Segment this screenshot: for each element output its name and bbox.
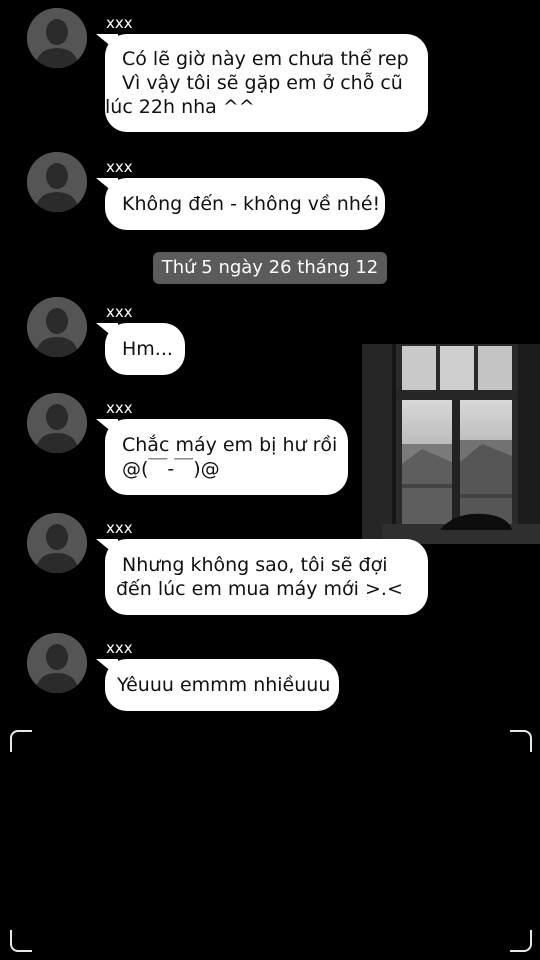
date-separator: Thứ 5 ngày 26 tháng 12 — [153, 252, 387, 284]
message-text: Vì vậy tôi sẽ gặp em ở chỗ cũ — [122, 72, 403, 94]
message-text: Chắc máy em bị hư rồi — [122, 434, 338, 456]
frame-corner-top-left — [10, 730, 32, 752]
sender-name: xxx — [106, 639, 133, 657]
bubble-tail — [96, 34, 118, 52]
message-text: Hm... — [122, 338, 173, 360]
window-photo-icon — [362, 344, 540, 544]
avatar[interactable] — [27, 513, 87, 573]
message-text: đến lúc em mua máy mới >.< — [116, 578, 403, 600]
message-text: lúc 22h nha ^^ — [105, 96, 255, 118]
sender-name: xxx — [106, 14, 133, 32]
message-bubble[interactable]: Chắc máy em bị hư rồi @(￣-￣)@ — [96, 419, 348, 495]
person-silhouette-icon — [27, 393, 87, 453]
message-bubble[interactable]: Yêuuu emmm nhiềuuu — [96, 659, 339, 711]
avatar[interactable] — [27, 297, 87, 357]
sender-name: xxx — [106, 303, 133, 321]
bubble-tail — [96, 178, 118, 196]
bubble-tail — [96, 659, 118, 677]
frame-corner-top-right — [510, 730, 532, 752]
sender-name: xxx — [106, 519, 133, 537]
person-silhouette-icon — [27, 633, 87, 693]
person-silhouette-icon — [27, 513, 87, 573]
bubble-tail — [96, 539, 118, 557]
sender-name: xxx — [106, 158, 133, 176]
message-text: Nhưng không sao, tôi sẽ đợi — [122, 554, 388, 576]
message-text: @(￣-￣)@ — [122, 458, 220, 480]
person-silhouette-icon — [27, 8, 87, 68]
person-silhouette-icon — [27, 152, 87, 212]
message-bubble[interactable]: Không đến - không về nhé! — [96, 178, 385, 230]
message-text: Không đến - không về nhé! — [122, 193, 381, 215]
message-bubble[interactable]: Nhưng không sao, tôi sẽ đợi đến lúc em m… — [96, 539, 428, 615]
frame-corner-bottom-left — [10, 930, 32, 952]
bubble-tail — [96, 323, 118, 341]
avatar[interactable] — [27, 8, 87, 68]
bubble-tail — [96, 419, 118, 437]
message-bubble[interactable]: Hm... — [96, 323, 185, 375]
avatar[interactable] — [27, 152, 87, 212]
frame-corner-bottom-right — [510, 930, 532, 952]
message-text: Yêuuu emmm nhiềuuu — [117, 674, 331, 696]
person-silhouette-icon — [27, 297, 87, 357]
avatar[interactable] — [27, 633, 87, 693]
avatar[interactable] — [27, 393, 87, 453]
message-bubble[interactable]: Có lẽ giờ này em chưa thể rep Vì vậy tôi… — [96, 34, 428, 132]
sender-name: xxx — [106, 399, 133, 417]
message-text: Có lẽ giờ này em chưa thể rep — [122, 48, 409, 70]
